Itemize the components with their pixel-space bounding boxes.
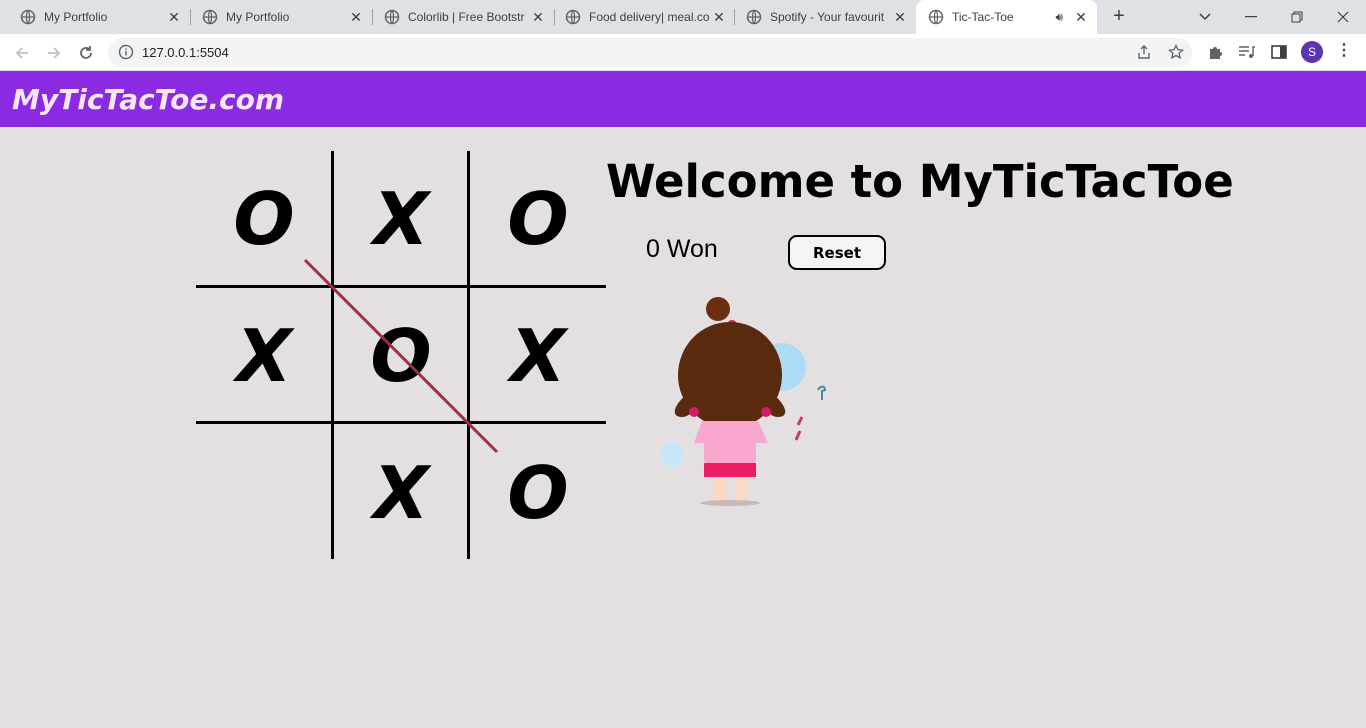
tab-title: Colorlib | Free Bootstr bbox=[408, 10, 525, 24]
browser-tab[interactable]: Food delivery| meal.co ✕ bbox=[545, 0, 735, 34]
reset-button[interactable]: Reset bbox=[788, 235, 886, 270]
close-tab-icon[interactable]: ✕ bbox=[892, 9, 908, 25]
game-status: 0 Won bbox=[646, 235, 718, 263]
reload-button[interactable] bbox=[74, 41, 98, 65]
tab-title: My Portfolio bbox=[44, 10, 108, 24]
girl-mascot-image bbox=[660, 297, 827, 506]
close-tab-icon[interactable]: ✕ bbox=[711, 9, 727, 25]
extensions-puzzle-icon[interactable] bbox=[1206, 42, 1226, 62]
globe-icon bbox=[202, 9, 218, 25]
site-navbar: MyTicTacToe.com bbox=[0, 71, 1366, 127]
minimize-button[interactable] bbox=[1228, 0, 1274, 34]
bookmark-star-icon[interactable] bbox=[1168, 44, 1184, 60]
restore-button[interactable] bbox=[1274, 0, 1320, 34]
media-control-icon[interactable] bbox=[1237, 42, 1257, 62]
game-board: O X O X O X X O bbox=[196, 151, 606, 561]
forward-button[interactable] bbox=[42, 41, 66, 65]
globe-icon bbox=[928, 9, 944, 25]
address-bar[interactable]: 127.0.0.1:5504 bbox=[108, 38, 1192, 67]
url-text: 127.0.0.1:5504 bbox=[142, 45, 229, 60]
info-icon[interactable] bbox=[118, 44, 134, 60]
tab-title: Spotify - Your favourit bbox=[770, 10, 885, 24]
winning-strike-line bbox=[303, 258, 499, 454]
site-brand[interactable]: MyTicTacToe.com bbox=[12, 83, 284, 116]
profile-avatar[interactable]: S bbox=[1301, 41, 1323, 63]
close-tab-icon[interactable]: ✕ bbox=[166, 9, 182, 25]
close-window-button[interactable] bbox=[1320, 0, 1366, 34]
tab-title: Food delivery| meal.co bbox=[589, 10, 710, 24]
globe-icon bbox=[384, 9, 400, 25]
browser-menu-icon[interactable]: ⋮ bbox=[1336, 43, 1352, 61]
globe-icon bbox=[746, 9, 762, 25]
tab-title: My Portfolio bbox=[226, 10, 290, 24]
side-panel-icon[interactable] bbox=[1269, 42, 1289, 62]
globe-icon bbox=[20, 9, 36, 25]
back-button[interactable] bbox=[10, 41, 34, 65]
new-tab-button[interactable]: + bbox=[1108, 6, 1130, 28]
close-tab-icon[interactable]: ✕ bbox=[348, 9, 364, 25]
browser-tab-active[interactable]: Tic-Tac-Toe 🔊︎ ✕ bbox=[916, 0, 1097, 34]
browser-toolbar: 127.0.0.1:5504 S ⋮ bbox=[0, 34, 1366, 71]
speaker-icon[interactable]: 🔊︎ bbox=[1055, 10, 1063, 25]
tab-search-chevron-icon[interactable] bbox=[1182, 0, 1228, 34]
close-tab-icon[interactable]: ✕ bbox=[530, 9, 546, 25]
browser-tab[interactable]: Spotify - Your favourit ✕ bbox=[726, 0, 916, 34]
share-icon[interactable] bbox=[1136, 44, 1152, 60]
browser-tab[interactable]: My Portfolio ✕ bbox=[0, 0, 190, 34]
welcome-heading: Welcome to MyTicTacToe bbox=[606, 155, 1234, 208]
tab-title: Tic-Tac-Toe bbox=[952, 10, 1014, 24]
close-tab-icon[interactable]: ✕ bbox=[1073, 9, 1089, 25]
browser-tab[interactable]: My Portfolio ✕ bbox=[182, 0, 372, 34]
browser-tab[interactable]: Colorlib | Free Bootstr ✕ bbox=[364, 0, 554, 34]
browser-tab-strip: My Portfolio ✕ My Portfolio ✕ Colorlib |… bbox=[0, 0, 1366, 34]
globe-icon bbox=[565, 9, 581, 25]
